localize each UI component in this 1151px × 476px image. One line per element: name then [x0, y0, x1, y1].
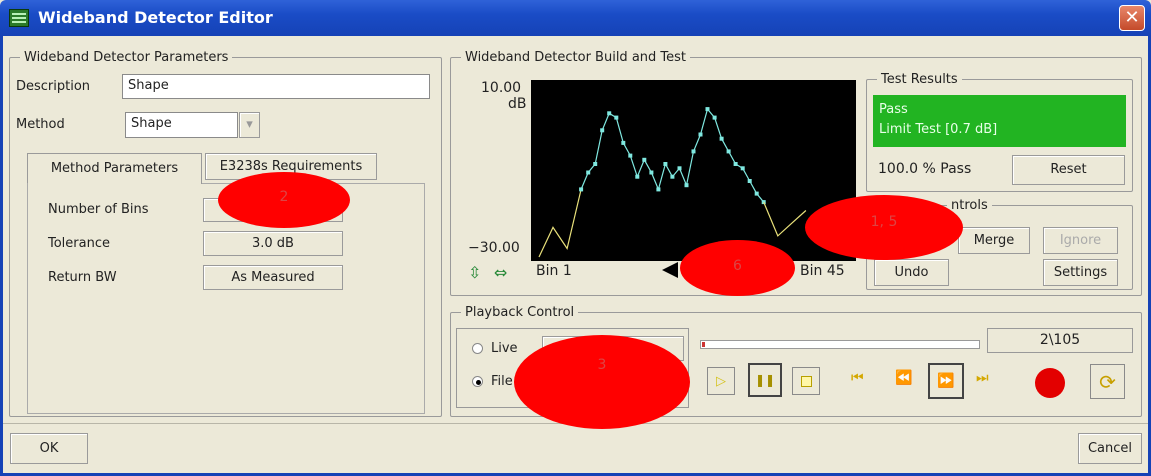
trace-point[interactable]	[677, 166, 682, 171]
test-status-panel: Pass Limit Test [0.7 dB]	[873, 95, 1126, 147]
stop-button[interactable]	[792, 367, 820, 395]
trace-point[interactable]	[705, 107, 710, 112]
trace-point[interactable]	[628, 153, 633, 158]
fast-forward-icon: ⏩	[937, 373, 955, 389]
live-radio[interactable]	[472, 343, 483, 354]
return-bw-label: Return BW	[48, 270, 117, 285]
trace-point[interactable]	[698, 132, 703, 137]
tolerance-field[interactable]: 3.0 dB	[203, 231, 343, 256]
description-label: Description	[16, 79, 91, 94]
method-label: Method	[16, 117, 65, 132]
zoom-horizontal-icon[interactable]: ⇔	[494, 263, 512, 282]
zoom-vertical-icon[interactable]: ⇳	[468, 263, 486, 282]
loop-icon: ⟳	[1099, 369, 1116, 394]
rewind-icon[interactable]: ⏪	[895, 370, 912, 386]
cancel-button[interactable]: Cancel	[1078, 433, 1142, 464]
merge-button[interactable]: Merge	[958, 227, 1030, 254]
settings-button[interactable]: Settings	[1043, 259, 1118, 286]
y-min-label: −30.00	[468, 240, 520, 256]
file-radio[interactable]	[472, 376, 483, 387]
skip-end-icon[interactable]: ⏭	[976, 370, 989, 386]
trace-point[interactable]	[649, 170, 654, 175]
playback-progress-fill	[702, 342, 705, 347]
trace-point[interactable]	[663, 162, 668, 166]
trace-point[interactable]	[579, 187, 584, 192]
build-test-legend: Wideband Detector Build and Test	[465, 50, 687, 65]
trace-point[interactable]	[600, 128, 605, 133]
window-title: Wideband Detector Editor	[38, 8, 273, 27]
pause-button[interactable]: ❚❚	[748, 363, 782, 397]
tab-method-parameters[interactable]: Method Parameters	[27, 153, 202, 184]
trace-point[interactable]	[754, 191, 759, 196]
trace-segment-1	[580, 107, 765, 203]
trace-point[interactable]	[607, 111, 612, 116]
ok-button[interactable]: OK	[10, 433, 88, 464]
trace-point[interactable]	[740, 166, 745, 171]
description-input[interactable]: Shape	[122, 74, 430, 99]
trace-point[interactable]	[586, 170, 591, 175]
trace-point[interactable]	[656, 187, 661, 192]
y-unit-label: dB	[508, 96, 527, 112]
annotation-2: 2	[218, 172, 350, 228]
playback-progress-bar[interactable]	[700, 340, 980, 349]
stop-icon	[800, 375, 812, 387]
x-min-label: Bin 1	[536, 263, 572, 279]
x-max-label: Bin 45	[800, 263, 845, 279]
trace-point[interactable]	[621, 140, 626, 145]
test-detail-text: Limit Test [0.7 dB]	[879, 122, 998, 137]
trace-segment-0	[538, 189, 582, 258]
parameters-legend: Wideband Detector Parameters	[24, 50, 229, 65]
tolerance-label: Tolerance	[48, 236, 110, 251]
trace-point[interactable]	[635, 174, 640, 179]
annotation-6: 6	[680, 240, 795, 296]
pass-percent: 100.0 % Pass	[878, 161, 972, 177]
ignore-button[interactable]: Ignore	[1043, 227, 1118, 254]
position-counter: 2\105	[987, 328, 1133, 353]
method-select[interactable]: Shape	[125, 112, 238, 138]
playback-legend: Playback Control	[465, 305, 575, 320]
reset-button[interactable]: Reset	[1012, 155, 1125, 185]
test-status-text: Pass	[879, 102, 908, 117]
trace-point[interactable]	[642, 157, 647, 162]
trace-point[interactable]	[614, 115, 619, 120]
trace-point[interactable]	[691, 149, 696, 154]
file-radio-dot	[476, 380, 481, 385]
loop-button[interactable]: ⟳	[1090, 364, 1125, 399]
file-label: File	[491, 374, 513, 389]
method-dropdown-icon[interactable]: ▾	[239, 112, 260, 138]
y-max-label: 10.00	[481, 80, 522, 96]
fast-forward-button[interactable]: ⏩	[928, 363, 964, 399]
play-button[interactable]: ▷	[707, 367, 735, 395]
trace-point[interactable]	[719, 136, 724, 141]
close-button[interactable]: ✕	[1119, 5, 1145, 31]
number-of-bins-label: Number of Bins	[48, 202, 149, 217]
return-bw-field[interactable]: As Measured	[203, 265, 343, 290]
annotation-3: 3	[514, 335, 690, 429]
trace-point[interactable]	[684, 183, 689, 188]
trace-point[interactable]	[733, 162, 738, 166]
pause-icon: ❚❚	[754, 373, 776, 387]
trace-point[interactable]	[670, 174, 675, 179]
test-results-legend: Test Results	[881, 72, 958, 87]
play-icon: ▷	[716, 373, 726, 389]
skip-start-icon[interactable]: ⏮	[851, 370, 864, 386]
trace-segment-2	[763, 201, 807, 237]
scroll-left-icon[interactable]	[662, 262, 678, 278]
trace-point[interactable]	[747, 179, 752, 183]
trace-point[interactable]	[726, 149, 731, 154]
live-label: Live	[491, 341, 518, 356]
annotation-1-5: 1, 5	[805, 195, 963, 260]
undo-button[interactable]: Undo	[874, 259, 949, 286]
record-button[interactable]	[1035, 368, 1065, 398]
app-icon	[9, 9, 29, 27]
trace-point[interactable]	[593, 162, 598, 166]
controls-legend: ntrols	[951, 198, 988, 213]
trace-point[interactable]	[712, 115, 717, 120]
